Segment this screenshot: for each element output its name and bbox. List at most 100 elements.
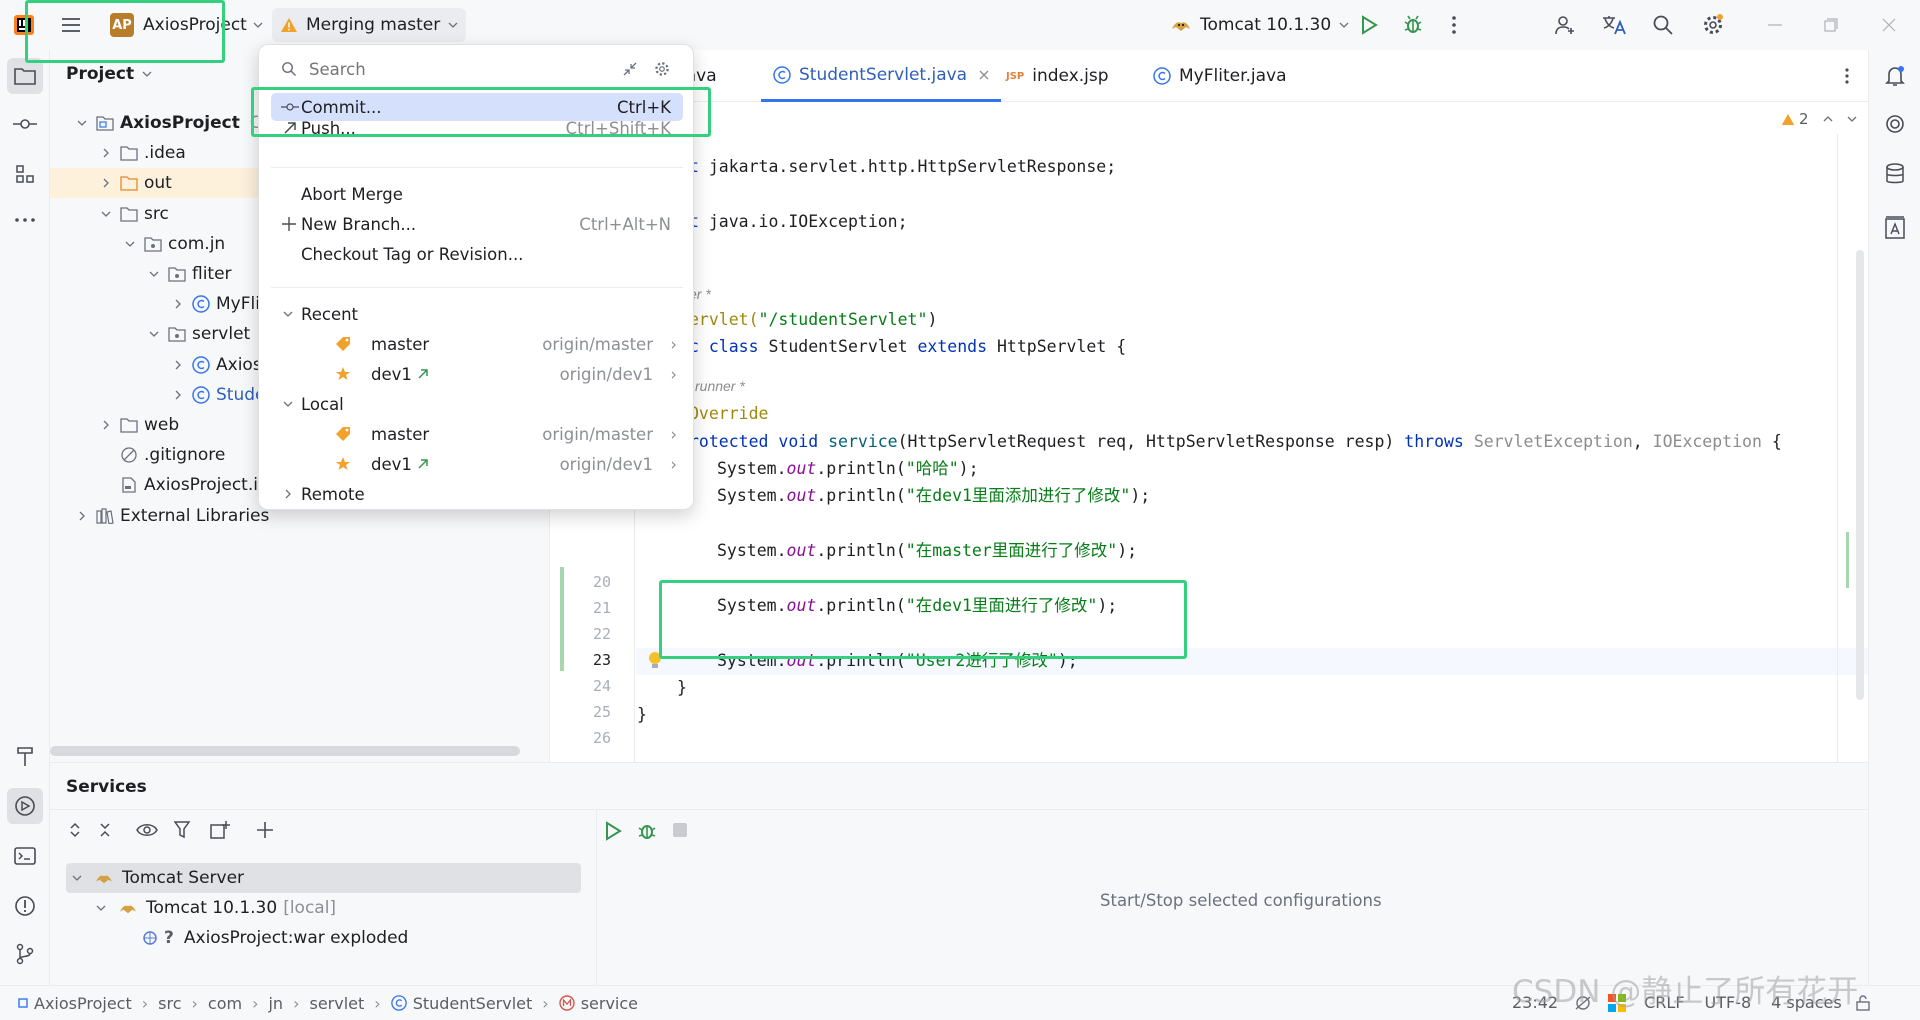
terminal-tool-button[interactable] (7, 838, 43, 874)
service-run-icon[interactable] (604, 821, 622, 841)
code-line[interactable]: t java.io.IOException; (689, 209, 908, 235)
new-group-icon[interactable] (210, 821, 230, 839)
chevron-down-icon[interactable] (74, 115, 90, 131)
code-line[interactable]: System.out.println("在dev1里面进行了修改"); (717, 593, 1117, 619)
minimize-icon[interactable] (1762, 12, 1788, 38)
debug-icon[interactable] (1400, 12, 1426, 38)
run-icon[interactable] (1356, 12, 1382, 38)
collapse-all-icon[interactable] (98, 822, 112, 838)
code-line[interactable]: } (677, 675, 687, 701)
ai-assistant-button[interactable] (1877, 106, 1913, 142)
code-line[interactable]: System.out.println("哈哈"); (717, 456, 979, 482)
more-actions-icon[interactable] (1444, 12, 1464, 38)
project-panel-header[interactable]: Project (66, 64, 152, 84)
filter-icon[interactable] (174, 821, 194, 839)
problems-tool-button[interactable] (7, 888, 43, 924)
menu-item-abort-merge[interactable]: Abort Merge (271, 180, 683, 208)
add-service-icon[interactable] (256, 821, 274, 839)
inspection-widget[interactable]: 2 (1781, 110, 1857, 128)
chevron-down-icon[interactable] (1847, 116, 1857, 122)
chevron-right-icon[interactable] (170, 357, 186, 373)
chevron-right-icon[interactable] (74, 508, 90, 524)
code-line[interactable]: } (637, 702, 647, 728)
menu-item-new-branch[interactable]: New Branch... Ctrl+Alt+N (271, 210, 683, 238)
tab-index-jsp[interactable]: JSP index.jsp (1006, 50, 1109, 102)
commit-tool-button[interactable] (7, 106, 43, 142)
expand-all-icon[interactable] (68, 822, 82, 838)
service-debug-icon[interactable] (636, 820, 658, 842)
branch-item-recent-master[interactable]: master origin/master › (271, 330, 683, 358)
code-line[interactable]: Override (689, 401, 768, 427)
service-tree-row[interactable]: Tomcat 10.1.30 [local] (66, 893, 336, 923)
tab-studentservlet[interactable]: StudentServlet.java (761, 50, 1002, 102)
git-tool-button[interactable] (7, 936, 43, 972)
service-stop-icon[interactable] (672, 822, 688, 838)
search-icon[interactable] (1650, 12, 1676, 38)
branch-item-local-dev1[interactable]: dev1 origin/dev1 › (271, 450, 683, 478)
settings-gear-icon[interactable] (653, 60, 671, 78)
editor-vertical-scrollbar[interactable] (1856, 250, 1864, 700)
breadcrumb-item[interactable]: StudentServlet (413, 994, 533, 1013)
restore-icon[interactable] (1818, 12, 1844, 38)
group-local[interactable]: Local (271, 390, 683, 418)
database-button[interactable] (1877, 156, 1913, 192)
tab-myfliter[interactable]: MyFliter.java (1153, 50, 1287, 102)
popup-search[interactable] (271, 53, 683, 85)
code-line[interactable]: ervlet("/studentServlet") (689, 307, 937, 333)
breadcrumb-item[interactable]: servlet (309, 994, 364, 1013)
more-tools-button[interactable] (7, 202, 43, 238)
horizontal-scrollbar[interactable] (50, 746, 520, 756)
lightbulb-icon[interactable] (645, 649, 665, 673)
collapse-icon[interactable] (623, 62, 637, 76)
chevron-down-icon[interactable] (122, 236, 138, 252)
project-tool-button[interactable] (7, 58, 43, 94)
translate-icon[interactable] (1600, 12, 1628, 38)
menu-item-push[interactable]: Push... Ctrl+Shift+K (271, 117, 683, 139)
code-line[interactable]: System.out.println("在master里面进行了修改"); (717, 538, 1137, 564)
add-user-icon[interactable] (1552, 12, 1578, 38)
menu-item-checkout-tag[interactable]: Checkout Tag or Revision... (271, 240, 683, 268)
branch-item-local-master[interactable]: master origin/master › (271, 420, 683, 448)
breadcrumb-item[interactable]: com (208, 994, 242, 1013)
search-input[interactable] (309, 59, 609, 79)
chevron-right-icon[interactable] (98, 417, 114, 433)
structure-tool-button[interactable] (7, 156, 43, 192)
code-line[interactable]: System.out.println("在dev1里面添加进行了修改"); (717, 483, 1150, 509)
chevron-right-icon[interactable] (98, 145, 114, 161)
group-recent[interactable]: Recent (271, 300, 683, 328)
breadcrumb-item[interactable]: jn (268, 994, 283, 1013)
eye-icon[interactable] (136, 823, 158, 837)
notifications-button[interactable] (1877, 58, 1913, 94)
chevron-down-icon[interactable] (98, 206, 114, 222)
breadcrumb-item[interactable]: AxiosProject (34, 994, 132, 1013)
service-tree-row[interactable]: ? AxiosProject:war exploded (66, 923, 408, 953)
settings-gear-icon[interactable] (1700, 12, 1726, 38)
chevron-up-icon[interactable] (1823, 116, 1833, 122)
chevron-down-icon[interactable] (146, 266, 162, 282)
code-line[interactable]: c class StudentServlet extends HttpServl… (689, 334, 1126, 360)
chevron-down-icon[interactable] (146, 326, 162, 342)
breadcrumb-item[interactable]: src (158, 994, 181, 1013)
chevron-right-icon[interactable] (170, 387, 186, 403)
group-remote[interactable]: Remote (271, 480, 683, 508)
service-tree-row-selected[interactable]: Tomcat Server (66, 863, 581, 893)
run-config-selector[interactable]: Tomcat 10.1.30 (1164, 8, 1355, 42)
code-line[interactable]: rotected void service(HttpServletRequest… (689, 429, 1782, 455)
breadcrumb-item[interactable]: service (581, 994, 638, 1013)
branch-item-recent-dev1[interactable]: dev1 origin/dev1 › (271, 360, 683, 388)
code-line[interactable]: System.out.println("User2进行了修改"); (717, 648, 1078, 674)
tab-actions-icon[interactable] (1837, 66, 1857, 86)
close-tab-icon[interactable] (979, 70, 989, 80)
code-line[interactable]: t jakarta.servlet.http.HttpServletRespon… (689, 154, 1116, 180)
project-switcher[interactable]: AP AxiosProject (104, 8, 269, 42)
chevron-down-icon[interactable] (96, 905, 106, 911)
chevron-right-icon[interactable] (98, 175, 114, 191)
vcs-widget[interactable]: Merging master (272, 8, 467, 42)
services-tool-button[interactable] (7, 788, 43, 824)
chevron-right-icon[interactable] (170, 296, 186, 312)
font-viewer-button[interactable] (1877, 210, 1913, 246)
close-window-icon[interactable] (1876, 12, 1902, 38)
main-menu-icon[interactable] (58, 13, 84, 37)
build-tool-button[interactable] (7, 738, 43, 774)
chevron-down-icon[interactable] (72, 875, 82, 881)
